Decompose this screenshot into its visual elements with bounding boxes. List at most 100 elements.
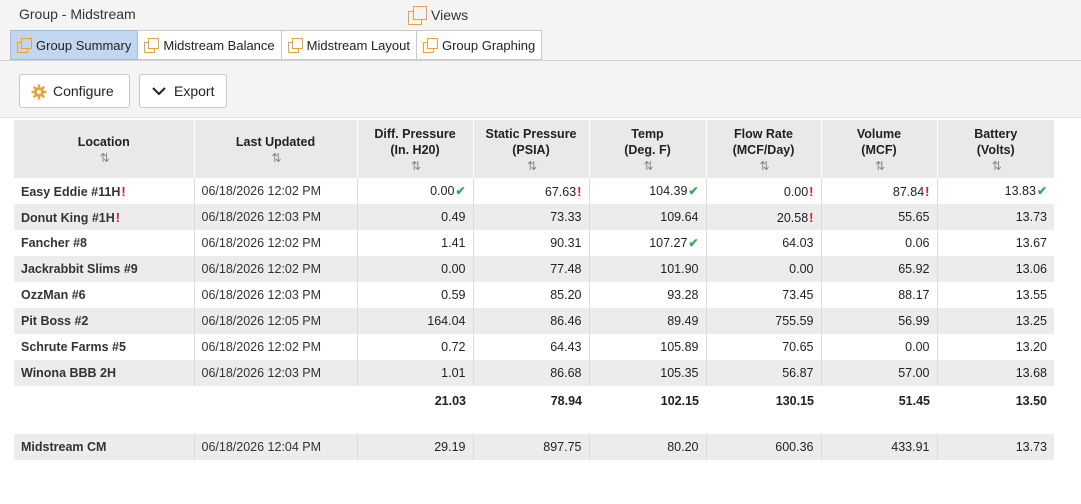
- configure-button[interactable]: Configure: [19, 74, 130, 108]
- battery-cell-value: 13.06: [1015, 262, 1047, 276]
- battery-cell: 13.55: [936, 282, 1054, 308]
- location-cell: Midstream CM: [14, 434, 194, 460]
- tab-group-summary[interactable]: Group Summary: [10, 30, 139, 60]
- column-header[interactable]: Volume (MCF) ⇅: [820, 120, 937, 178]
- location-cell: Winona BBB 2H: [14, 360, 194, 386]
- diff-cell: 29.19: [356, 434, 473, 460]
- sort-icon[interactable]: ⇅: [938, 158, 1055, 174]
- empty-cell: [14, 386, 194, 416]
- export-button[interactable]: Export: [139, 74, 227, 108]
- flow-cell-value: 56.87: [782, 366, 814, 380]
- diff-cell-value: 0.49: [441, 210, 466, 224]
- volume-cell-value: 65.92: [898, 262, 930, 276]
- table-row[interactable]: OzzMan #6 06/18/2026 12:03 PM 0.59 85.20 93.…: [14, 282, 1054, 308]
- column-header-label: Temp: [631, 127, 664, 141]
- alert-icon: !: [121, 183, 126, 199]
- check-icon: ✔: [455, 184, 466, 198]
- temp-cell: 105.35: [588, 360, 706, 386]
- average-flow-cell-value: 130.15: [775, 394, 814, 408]
- tab-label: Midstream Layout: [306, 37, 410, 53]
- table-row[interactable]: Schrute Farms #5 06/18/2026 12:02 PM 0.72 6…: [14, 334, 1054, 360]
- diff-cell-value: 164.04: [427, 314, 466, 328]
- tab-midstream-balance[interactable]: Midstream Balance: [138, 30, 282, 60]
- column-header[interactable]: Diff. Pressure (In. H20) ⇅: [356, 120, 473, 178]
- sort-icon[interactable]: ⇅: [474, 158, 589, 174]
- table-row[interactable]: Easy Eddie #11H! 06/18/2026 12:02 PM 0.00✔…: [14, 178, 1054, 204]
- sort-icon[interactable]: ⇅: [358, 158, 473, 174]
- spacer-row: [14, 416, 1054, 434]
- temp-cell: 109.64: [588, 204, 706, 230]
- temp-cell: 89.49: [588, 308, 706, 334]
- static-cell-value: 86.46: [550, 314, 582, 328]
- table-row[interactable]: Jackrabbit Slims #9 06/18/2026 12:02 PM 0.…: [14, 256, 1054, 282]
- volume-cell: 88.17: [820, 282, 937, 308]
- top-panel: Group - Midstream Views Group Summary Mi…: [0, 0, 1081, 118]
- views-icon: [408, 6, 427, 25]
- tab-midstream-layout[interactable]: Midstream Layout: [281, 30, 417, 60]
- temp-cell: 107.27✔: [588, 230, 706, 256]
- volume-cell-value: 433.91: [891, 440, 930, 454]
- battery-cell-value: 13.20: [1015, 340, 1047, 354]
- static-cell: 897.75: [472, 434, 589, 460]
- flow-cell: 0.00: [705, 256, 821, 282]
- average-volume-cell-value: 51.45: [898, 394, 930, 408]
- alert-icon: !: [577, 183, 582, 199]
- volume-cell: 433.91: [820, 434, 937, 460]
- location-cell: OzzMan #6: [14, 282, 194, 308]
- flow-cell-value: 20.58: [776, 210, 809, 225]
- battery-cell-value: 13.67: [1015, 236, 1047, 250]
- column-header[interactable]: Location ⇅: [14, 120, 194, 178]
- column-header-unit: (In. H20): [390, 143, 440, 157]
- last-updated-cell-value: 06/18/2026 12:05 PM: [201, 314, 322, 328]
- flow-cell: 64.03: [705, 230, 821, 256]
- column-header[interactable]: Static Pressure (PSIA) ⇅: [472, 120, 589, 178]
- check-icon: ✔: [688, 236, 699, 250]
- battery-cell-value: 13.55: [1015, 288, 1047, 302]
- volume-cell-value: 56.99: [898, 314, 930, 328]
- static-cell: 67.63!: [472, 178, 589, 204]
- column-header[interactable]: Last Updated ⇅: [193, 120, 357, 178]
- table-row[interactable]: Donut King #1H! 06/18/2026 12:03 PM 0.49 73…: [14, 204, 1054, 230]
- sort-icon[interactable]: ⇅: [707, 158, 821, 174]
- static-cell-value: 77.48: [550, 262, 582, 276]
- table-row[interactable]: Fancher #8 06/18/2026 12:02 PM 1.41 90.31 10…: [14, 230, 1054, 256]
- view-tabs: Group Summary Midstream Balance Midstrea…: [10, 30, 543, 60]
- sort-icon[interactable]: ⇅: [195, 150, 357, 166]
- location-cell-value: Winona BBB 2H: [21, 366, 117, 380]
- volume-cell-value: 0.06: [905, 236, 930, 250]
- copy-icon: [144, 38, 160, 53]
- location-cell: Easy Eddie #11H!: [14, 178, 194, 204]
- alert-icon: !: [809, 209, 814, 225]
- column-header-label: Location: [77, 135, 130, 149]
- views-menu[interactable]: Views: [408, 6, 468, 25]
- midstream-row[interactable]: Midstream CM 06/18/2026 12:04 PM 29.19 897.…: [14, 434, 1054, 460]
- check-icon: ✔: [688, 184, 699, 198]
- average-row: 21.03 78.94 102.15 130.15 51.45 13.50: [14, 386, 1054, 416]
- group-summary-table: Location ⇅ Last Updated ⇅ Diff. Pressure (In.…: [14, 120, 1054, 460]
- static-cell: 64.43: [472, 334, 589, 360]
- diff-cell-value: 1.41: [441, 236, 466, 250]
- column-header-unit: (PSIA): [512, 143, 550, 157]
- table-row[interactable]: Pit Boss #2 06/18/2026 12:05 PM 164.04 86.4…: [14, 308, 1054, 334]
- last-updated-cell: 06/18/2026 12:04 PM: [193, 434, 357, 460]
- sort-icon[interactable]: ⇅: [822, 158, 937, 174]
- volume-cell: 65.92: [820, 256, 937, 282]
- sort-icon[interactable]: ⇅: [590, 158, 706, 174]
- temp-cell-value: 89.49: [667, 314, 699, 328]
- static-cell: 86.46: [472, 308, 589, 334]
- column-header[interactable]: Temp (Deg. F) ⇅: [588, 120, 706, 178]
- column-header[interactable]: Flow Rate (MCF/Day) ⇅: [705, 120, 821, 178]
- volume-cell: 56.99: [820, 308, 937, 334]
- volume-cell-value: 87.84: [892, 184, 925, 199]
- battery-cell: 13.20: [936, 334, 1054, 360]
- sort-icon[interactable]: ⇅: [14, 150, 194, 166]
- static-cell: 90.31: [472, 230, 589, 256]
- location-cell: Pit Boss #2: [14, 308, 194, 334]
- last-updated-cell-value: 06/18/2026 12:03 PM: [201, 366, 322, 380]
- temp-cell-value: 105.89: [660, 340, 699, 354]
- static-cell: 86.68: [472, 360, 589, 386]
- table-row[interactable]: Winona BBB 2H 06/18/2026 12:03 PM 1.01 86.6…: [14, 360, 1054, 386]
- location-cell-value: Jackrabbit Slims #9: [21, 262, 138, 276]
- tab-group-graphing[interactable]: Group Graphing: [416, 30, 543, 60]
- column-header[interactable]: Battery (Volts) ⇅: [936, 120, 1055, 178]
